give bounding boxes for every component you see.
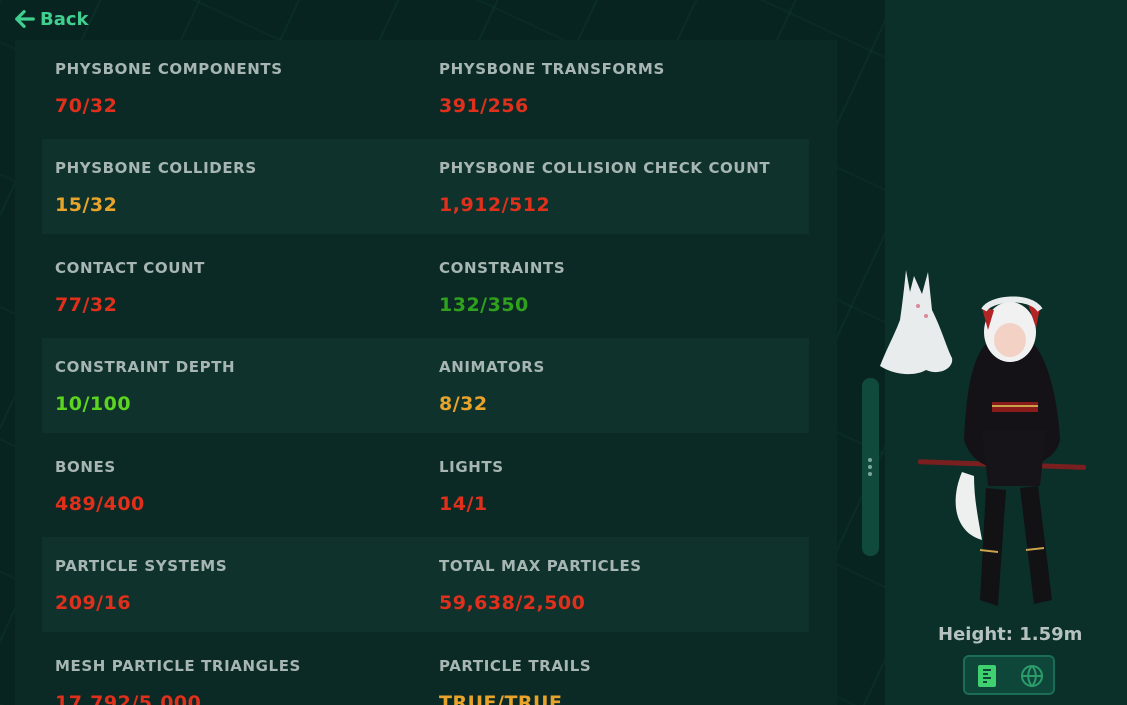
stat-value: 391/256 [439,95,529,117]
passport-icon[interactable] [974,662,1002,690]
stat-label: PHYSBONE COLLIDERS [55,159,257,177]
stat-value: 1,912/512 [439,194,551,216]
stat-value: TRUE/TRUE [439,692,563,705]
stat-label: PARTICLE TRAILS [439,657,592,675]
stat-label: ANIMATORS [439,358,545,376]
avatar-preview[interactable] [870,250,1110,620]
stat-value: 77/32 [55,294,118,316]
stats-row: PARTICLE SYSTEMS 209/16 TOTAL MAX PARTIC… [42,537,809,632]
stats-row: CONTACT COUNT 77/32 CONSTRAINTS 132/350 [42,239,809,334]
stat-label: BONES [55,458,116,476]
stat-label: PHYSBONE COMPONENTS [55,60,283,78]
back-label: Back [40,8,89,30]
stat-value: 132/350 [439,294,529,316]
stat-value: 70/32 [55,95,118,117]
arrow-left-icon [15,10,35,28]
performance-stats-panel: PHYSBONE COMPONENTS 70/32 PHYSBONE TRANS… [15,40,837,705]
stat-label: PARTICLE SYSTEMS [55,557,228,575]
stat-label: LIGHTS [439,458,504,476]
stat-label: CONSTRAINTS [439,259,566,277]
globe-icon[interactable] [1018,662,1046,690]
stat-value: 489/400 [55,493,145,515]
stat-label: PHYSBONE COLLISION CHECK COUNT [439,159,771,177]
stat-value: 10/100 [55,393,132,415]
back-button[interactable]: Back [14,6,89,32]
stat-label: TOTAL MAX PARTICLES [439,557,642,575]
stat-label: MESH PARTICLE TRIANGLES [55,657,301,675]
stats-row: MESH PARTICLE TRIANGLES 17,792/5,000 PAR… [42,637,809,705]
stats-row: PHYSBONE COLLIDERS 15/32 PHYSBONE COLLIS… [42,139,809,234]
stat-value: 209/16 [55,592,132,614]
stat-label: CONTACT COUNT [55,259,205,277]
stat-label: PHYSBONE TRANSFORMS [439,60,665,78]
stats-row: PHYSBONE COMPONENTS 70/32 PHYSBONE TRANS… [42,40,809,135]
view-toggle [963,655,1055,695]
pet-plush-figure [880,270,953,375]
stat-value: 15/32 [55,194,118,216]
stat-label: CONSTRAINT DEPTH [55,358,236,376]
stat-value: 17,792/5,000 [55,692,202,705]
stat-value: 14/1 [439,493,488,515]
stats-row: BONES 489/400 LIGHTS 14/1 [42,438,809,533]
stat-value: 59,638/2,500 [439,592,586,614]
stat-value: 8/32 [439,393,488,415]
stats-row: CONSTRAINT DEPTH 10/100 ANIMATORS 8/32 [42,338,809,433]
avatar-height-label: Height: 1.59m [938,624,1083,645]
